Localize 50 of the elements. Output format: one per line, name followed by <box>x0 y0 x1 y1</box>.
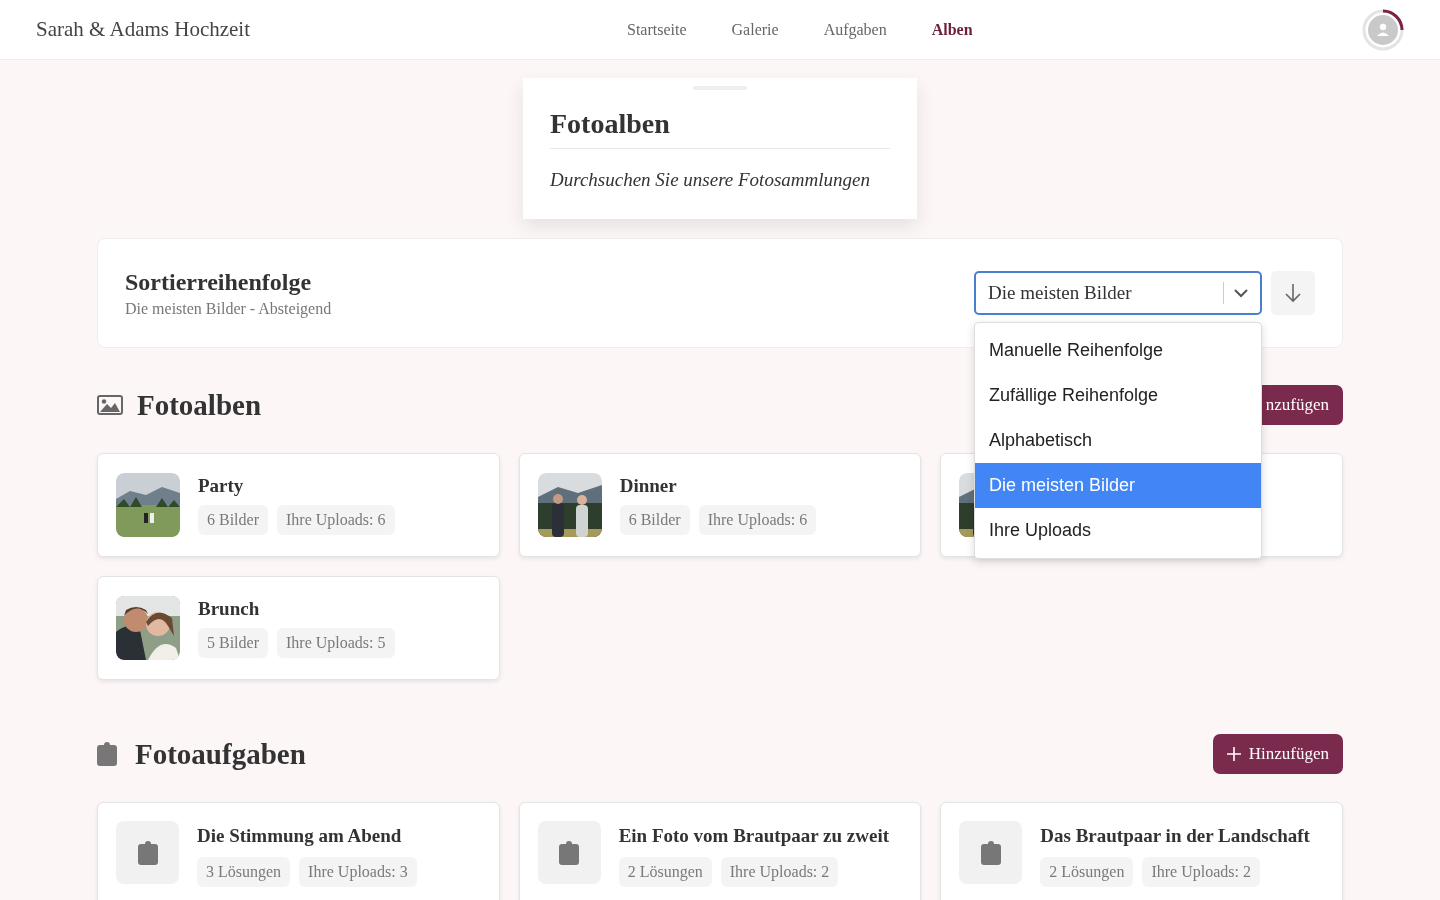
nav-link[interactable]: Alben <box>931 20 973 39</box>
sort-select[interactable]: Die meisten Bilder <box>974 271 1262 315</box>
section-title: Fotoaufgaben <box>135 737 306 771</box>
solution-count: 3 Lösungen <box>197 857 291 887</box>
upload-count: Ihre Uploads: 5 <box>277 628 395 658</box>
upload-count: Ihre Uploads: 2 <box>720 857 839 887</box>
section-title: Fotoalben <box>137 388 262 422</box>
nav-link[interactable]: Startseite <box>627 20 687 39</box>
section-title: Sortierreihenfolge <box>125 268 313 296</box>
dropdown-option[interactable]: Ihre Uploads <box>975 508 1261 553</box>
nav-link[interactable]: Aufgaben <box>823 20 887 39</box>
photo-count: 6 Bilder <box>619 505 690 535</box>
task-card[interactable]: Die Stimmung am Abend 3 Lösungen Ihre Uploads: 3 <box>97 802 500 900</box>
album-card[interactable]: Party 6 Bilder Ihre Uploads: 6 <box>97 453 500 557</box>
arrow-down-icon <box>1285 283 1301 303</box>
add-button[interactable]: Hinzufügen <box>1212 734 1343 774</box>
dropdown-option[interactable]: Manuelle Reihenfolge <box>975 328 1261 373</box>
photo-count: 5 Bilder <box>198 628 268 658</box>
sort-direction-button[interactable] <box>1271 271 1315 315</box>
album-card[interactable]: Brunch 5 Bilder Ihre Uploads: 5 <box>97 576 500 680</box>
upload-count: Ihre Uploads: 2 <box>1142 857 1260 887</box>
clipboard-icon <box>559 840 580 865</box>
chevron-down-icon <box>1234 288 1248 298</box>
clipboard-icon <box>97 742 117 766</box>
task-title: Das Brautpaar in der Landschaft <box>1040 825 1310 847</box>
task-card[interactable]: Das Brautpaar in der Landschaft 2 Lösungen Ihre Uploads: 2 <box>940 802 1343 900</box>
solution-count: 2 Lösungen <box>1040 857 1134 887</box>
task-card[interactable]: Ein Foto vom Brautpaar zu zweit 2 Lösungen Ihre Uploads: 2 <box>518 802 922 900</box>
nav-link[interactable]: Galerie <box>731 20 779 39</box>
image-icon <box>97 395 123 415</box>
photo-count: 6 Bilder <box>198 505 268 535</box>
avatar-icon[interactable] <box>1362 8 1404 51</box>
album-title: Party <box>198 475 245 497</box>
plus-icon <box>1226 747 1241 761</box>
dropdown-option[interactable]: Die meisten Bilder <box>975 463 1261 508</box>
upload-count: Ihre Uploads: 6 <box>277 505 395 535</box>
page-subtitle: Durchsuchen Sie unsere Fotosammlungen <box>550 169 871 191</box>
album-title: Dinner <box>619 475 678 497</box>
site-title: Sarah & Adams Hochzeit <box>36 17 251 42</box>
task-title: Die Stimmung am Abend <box>197 825 403 847</box>
upload-count: Ihre Uploads: 6 <box>698 505 817 535</box>
clipboard-icon <box>137 840 158 865</box>
album-card[interactable]: Dinner 6 Bilder Ihre Uploads: 6 <box>518 453 922 557</box>
clipboard-icon <box>980 840 1001 865</box>
task-title: Ein Foto vom Brautpaar zu zweit <box>618 825 890 847</box>
page-title: Fotoalben <box>550 108 890 149</box>
upload-count: Ihre Uploads: 3 <box>299 857 417 887</box>
sort-summary: Die meisten Bilder - Absteigend <box>125 299 332 318</box>
album-title: Brunch <box>198 598 261 620</box>
solution-count: 2 Lösungen <box>618 857 712 887</box>
